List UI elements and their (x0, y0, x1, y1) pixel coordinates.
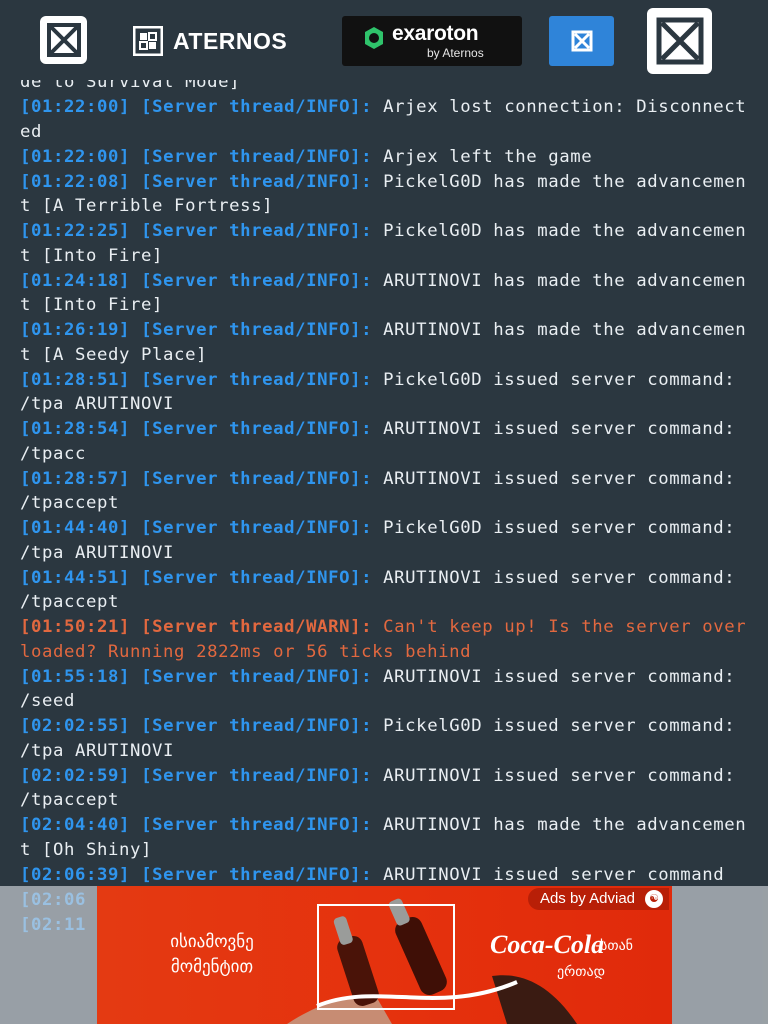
aternos-logo-icon (133, 26, 163, 56)
log-timestamp: [01:50:21] (20, 617, 131, 637)
log-timestamp: [01:24:18] (20, 270, 131, 291)
console-line: [02:06:39] [Server thread/INFO]: ARUTINO… (20, 863, 748, 888)
log-thread-tag: [Server thread/INFO]: (141, 320, 373, 340)
adviad-icon: ☯ (645, 890, 663, 908)
log-thread-tag: [Server thread/INFO]: (141, 567, 373, 588)
console-line: [01:28:57] [Server thread/INFO]: ARUTINO… (20, 467, 748, 516)
ads-by-badge[interactable]: Ads by Adviad ☯ (527, 888, 669, 910)
log-thread-tag: [Server thread/INFO]: (141, 864, 373, 885)
console-log: de to Survival Mode] [01:22:00] [Server t… (20, 70, 748, 938)
log-message: ARUTINOVI issued server command (383, 864, 725, 885)
server-console: de to Survival Mode] [01:22:00] [Server t… (0, 0, 768, 1024)
exaroton-banner[interactable]: exaroton by Aternos (342, 16, 522, 66)
log-thread-tag: [Server thread/INFO]: (141, 146, 373, 167)
log-timestamp: [01:44:51] (20, 567, 131, 588)
console-line: [01:22:00] [Server thread/INFO]: Arjex l… (20, 95, 748, 144)
console-line: [01:26:19] [Server thread/INFO]: ARUTINO… (20, 318, 748, 367)
console-line: [01:44:51] [Server thread/INFO]: ARUTINO… (20, 566, 748, 615)
log-thread-tag: [Server thread/WARN]: (141, 617, 373, 637)
ad-brand-suffix: -სთან (595, 938, 634, 954)
log-timestamp: [01:22:08] (20, 171, 131, 192)
blue-ad-button[interactable] (549, 16, 614, 66)
ad-frame (317, 904, 455, 1010)
console-line: [02:02:59] [Server thread/INFO]: ARUTINO… (20, 764, 748, 813)
log-timestamp: [01:26:19] (20, 320, 131, 340)
console-line: [01:22:08] [Server thread/INFO]: PickelG… (20, 170, 748, 219)
log-timestamp: [02:04:40] (20, 815, 131, 835)
exaroton-brand: exaroton (392, 22, 479, 45)
bottom-ad-overlay: Ads by Adviad ☯ ისიამოვნე მომენტით Coca-… (0, 886, 768, 1024)
close-icon (571, 30, 592, 52)
console-line: [01:22:00] [Server thread/INFO]: Arjex l… (20, 145, 748, 170)
log-message: Arjex left the game (383, 146, 593, 167)
log-thread-tag: [Server thread/INFO]: (141, 221, 373, 241)
exaroton-sub: by Aternos (427, 46, 484, 60)
aternos-logo[interactable]: ATERNOS (133, 26, 287, 56)
close-icon-large[interactable] (647, 8, 712, 74)
console-line: [01:22:25] [Server thread/INFO]: PickelG… (20, 219, 748, 268)
log-timestamp: [02:02:59] (20, 765, 131, 786)
log-thread-tag: [Server thread/INFO]: (141, 765, 373, 786)
log-thread-tag: [Server thread/INFO]: (141, 270, 373, 291)
log-thread-tag: [Server thread/INFO]: (141, 468, 373, 489)
log-timestamp: [01:44:40] (20, 518, 131, 538)
ads-by-label: Ads by Adviad (539, 890, 635, 907)
console-line: [01:24:18] [Server thread/INFO]: ARUTINO… (20, 269, 748, 318)
log-thread-tag: [Server thread/INFO]: (141, 419, 373, 439)
exaroton-logo-icon (365, 27, 383, 49)
console-line-warn: [01:50:21] [Server thread/WARN]: Can't k… (20, 615, 748, 664)
ad-slogan: ისიამოვნე მომენტით (170, 932, 254, 977)
console-line: [01:44:40] [Server thread/INFO]: PickelG… (20, 516, 748, 565)
ad-brand-line2: ერთად (557, 964, 606, 980)
console-line: [02:04:40] [Server thread/INFO]: ARUTINO… (20, 813, 748, 862)
log-timestamp: [01:28:54] (20, 419, 131, 439)
console-line: [02:02:55] [Server thread/INFO]: PickelG… (20, 714, 748, 763)
log-timestamp: [01:28:57] (20, 468, 131, 489)
log-thread-tag: [Server thread/INFO]: (141, 815, 373, 835)
log-timestamp: [01:55:18] (20, 666, 131, 687)
log-timestamp: [01:28:51] (20, 369, 131, 390)
close-ad-icon[interactable] (40, 16, 87, 64)
log-timestamp: [01:22:00] (20, 146, 131, 167)
log-thread-tag: [Server thread/INFO]: (141, 666, 373, 687)
log-timestamp: [01:22:00] (20, 97, 131, 117)
log-timestamp: [02:06:39] (20, 864, 131, 885)
coca-cola-ad[interactable]: Ads by Adviad ☯ ისიამოვნე მომენტით Coca-… (97, 886, 672, 1024)
ad-brand-logo: Coca-Cola (490, 930, 605, 959)
log-thread-tag: [Server thread/INFO]: (141, 171, 373, 192)
console-line: [01:55:18] [Server thread/INFO]: ARUTINO… (20, 665, 748, 714)
log-timestamp: [02:02:55] (20, 716, 131, 736)
top-ad-bar: ATERNOS exaroton by Aternos (0, 0, 768, 80)
aternos-label: ATERNOS (173, 27, 288, 54)
log-thread-tag: [Server thread/INFO]: (141, 518, 373, 538)
console-line: [01:28:51] [Server thread/INFO]: PickelG… (20, 368, 748, 417)
log-thread-tag: [Server thread/INFO]: (141, 369, 373, 390)
log-timestamp: [01:22:25] (20, 221, 131, 241)
log-thread-tag: [Server thread/INFO]: (141, 716, 373, 736)
log-thread-tag: [Server thread/INFO]: (141, 97, 373, 117)
console-line: [01:28:54] [Server thread/INFO]: ARUTINO… (20, 417, 748, 466)
